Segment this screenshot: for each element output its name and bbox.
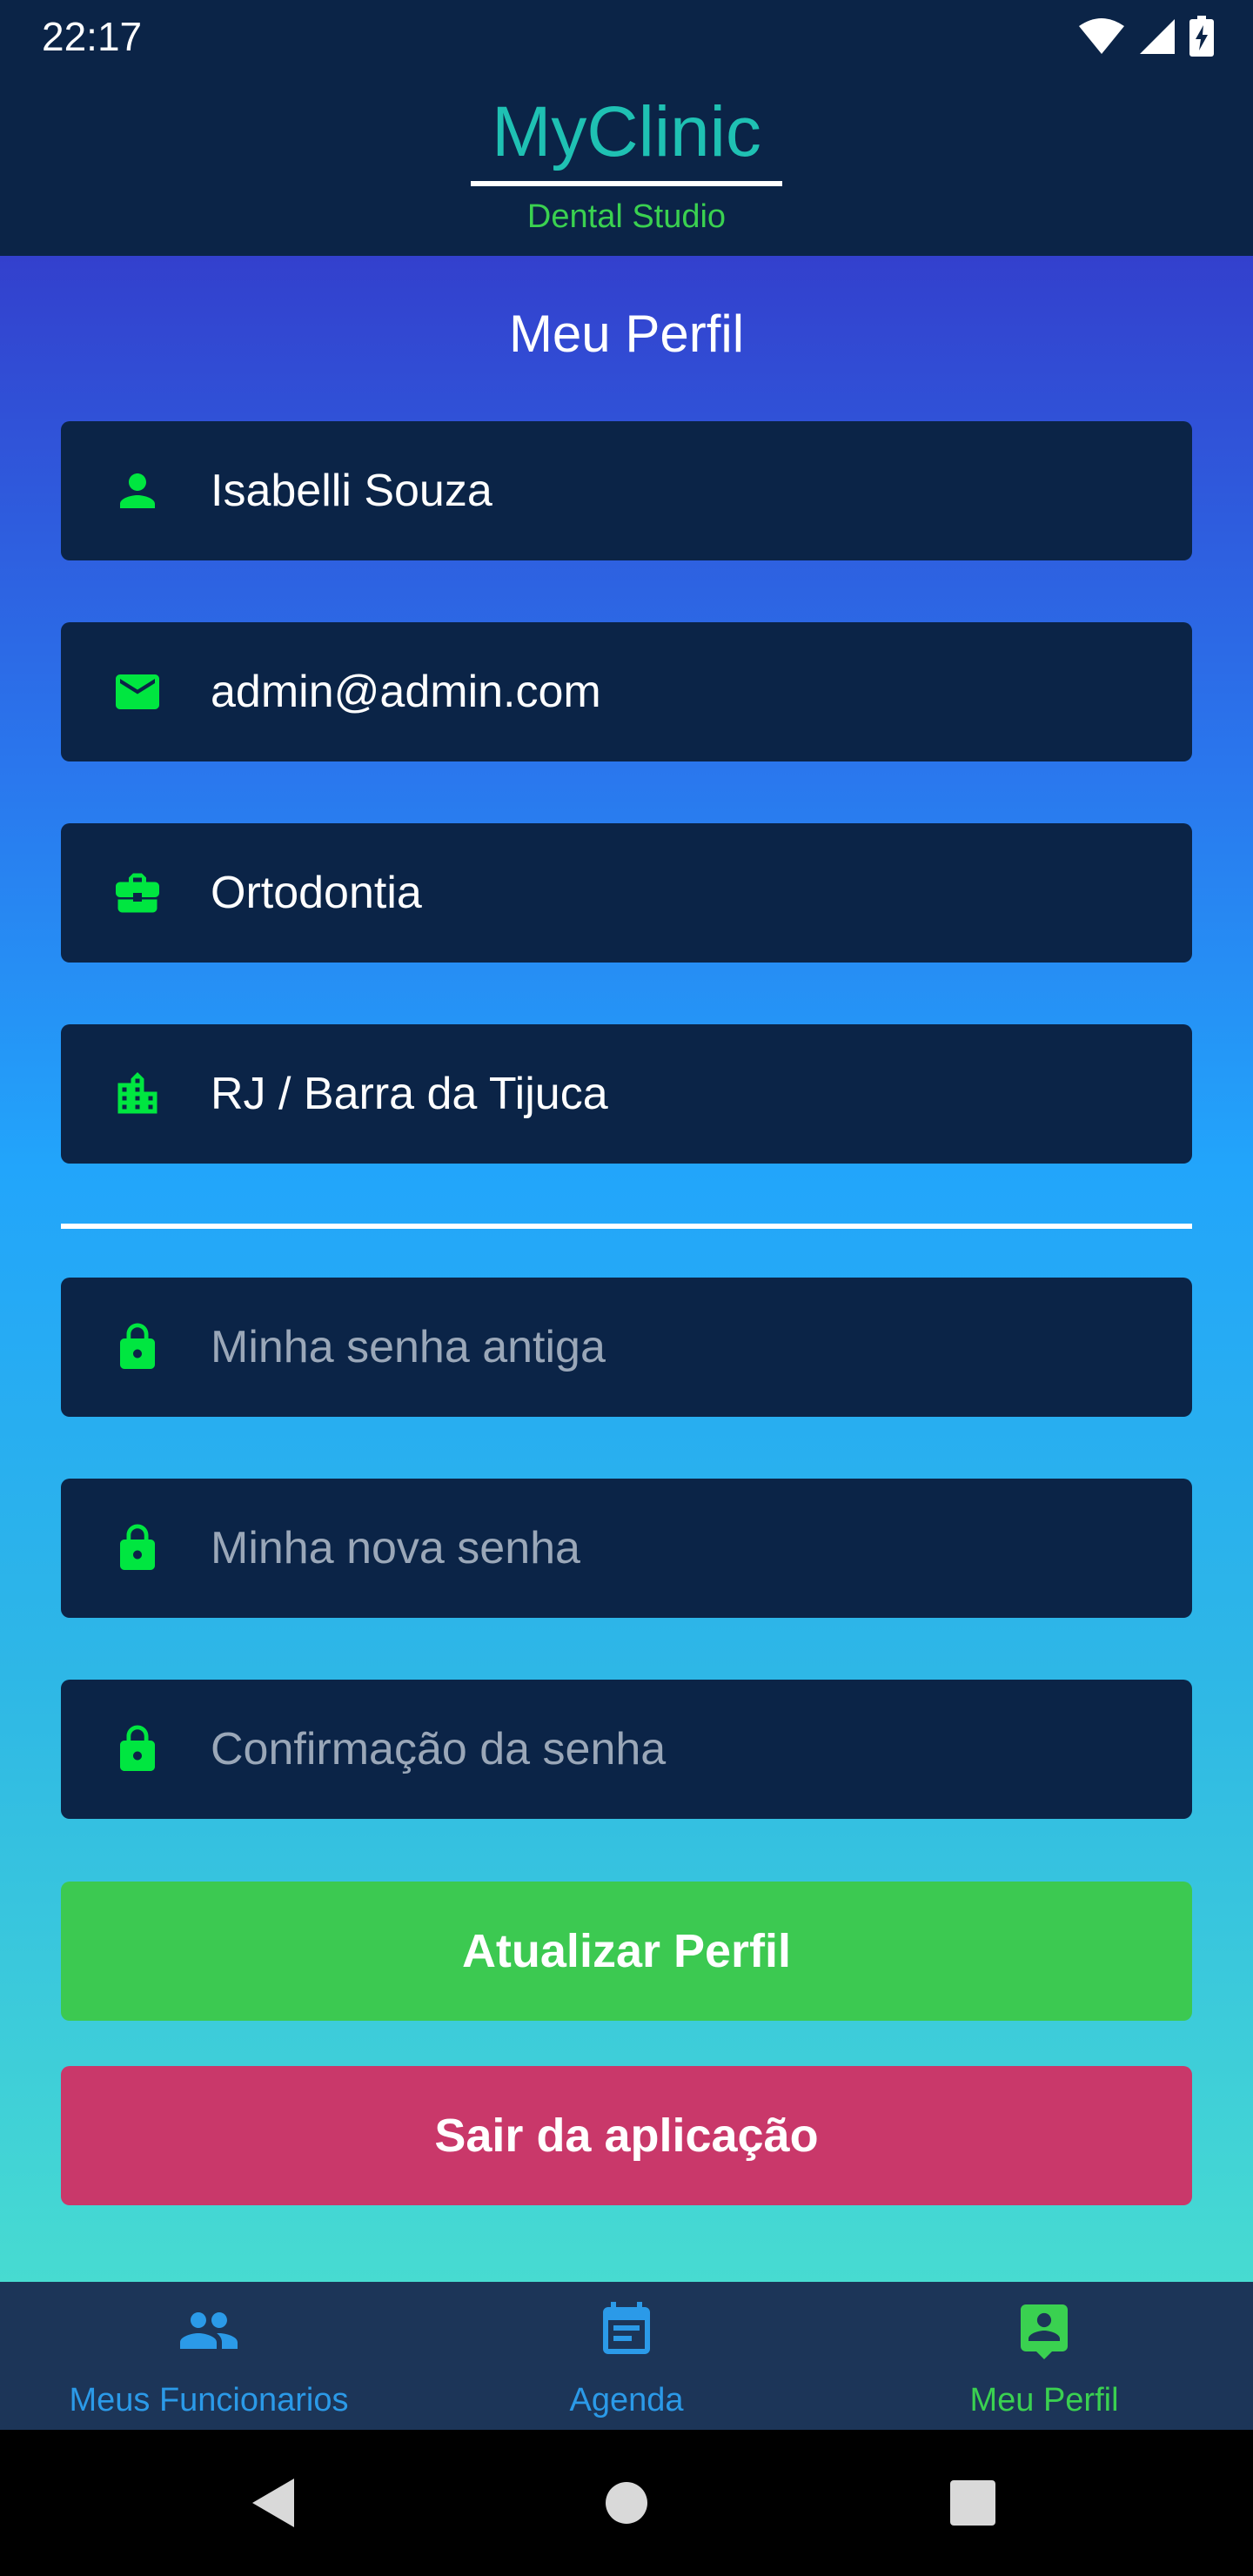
signal-icon xyxy=(1140,19,1175,54)
people-icon xyxy=(180,2312,238,2349)
recents-icon[interactable] xyxy=(950,2480,995,2526)
lock-icon xyxy=(120,1725,155,1771)
profile-icon xyxy=(1021,2304,1068,2359)
name-value: Isabelli Souza xyxy=(211,466,492,516)
location-value: RJ / Barra da Tijuca xyxy=(211,1069,608,1119)
brand-title: MyClinic xyxy=(492,92,761,171)
confirm-password-placeholder: Confirmação da senha xyxy=(211,1724,667,1774)
email-value: admin@admin.com xyxy=(211,667,601,717)
wifi-icon xyxy=(1079,18,1124,54)
bottom-nav: Meus Funcionarios Agenda Meu Perfil xyxy=(0,2282,1253,2430)
old-password-placeholder: Minha senha antiga xyxy=(211,1322,606,1372)
nav-label-agenda: Agenda xyxy=(569,2382,684,2418)
update-profile-button[interactable]: Atualizar Perfil xyxy=(61,1882,1192,2021)
back-icon[interactable] xyxy=(249,2475,298,2531)
old-password-field[interactable]: Minha senha antiga xyxy=(61,1278,1192,1417)
building-icon xyxy=(117,1072,157,1114)
mail-icon xyxy=(116,674,159,709)
location-field[interactable]: RJ / Barra da Tijuca xyxy=(61,1024,1192,1164)
new-password-placeholder: Minha nova senha xyxy=(211,1523,580,1573)
specialty-value: Ortodontia xyxy=(211,868,422,918)
nav-label-profile: Meu Perfil xyxy=(969,2382,1119,2418)
nav-item-profile[interactable]: Meu Perfil xyxy=(835,2282,1253,2430)
lock-icon xyxy=(120,1524,155,1570)
nav-label-employees: Meus Funcionarios xyxy=(69,2382,349,2418)
profile-content: Meu Perfil Isabelli Souza admin@admin.co… xyxy=(0,256,1253,2282)
nav-item-employees[interactable]: Meus Funcionarios xyxy=(0,2282,418,2430)
status-bar: 22:17 xyxy=(0,0,1253,73)
briefcase-icon xyxy=(116,873,159,913)
calendar-icon xyxy=(603,2302,650,2354)
status-icons xyxy=(1077,16,1215,57)
battery-icon xyxy=(1189,16,1214,57)
nav-item-agenda[interactable]: Agenda xyxy=(418,2282,835,2430)
page-title: Meu Perfil xyxy=(508,305,745,363)
new-password-field[interactable]: Minha nova senha xyxy=(61,1479,1192,1618)
confirm-password-field[interactable]: Confirmação da senha xyxy=(61,1680,1192,1819)
name-field[interactable]: Isabelli Souza xyxy=(61,421,1192,560)
status-time: 22:17 xyxy=(42,14,143,59)
home-icon[interactable] xyxy=(606,2482,647,2524)
app-header: MyClinic Dental Studio xyxy=(0,73,1253,256)
email-field[interactable]: admin@admin.com xyxy=(61,622,1192,761)
logout-button[interactable]: Sair da aplicação xyxy=(61,2066,1192,2205)
brand-underline xyxy=(471,181,782,186)
specialty-field[interactable]: Ortodontia xyxy=(61,823,1192,963)
section-divider xyxy=(61,1224,1192,1229)
brand-subtitle: Dental Studio xyxy=(526,198,727,235)
person-icon xyxy=(120,473,155,508)
system-nav-bar xyxy=(0,2430,1253,2576)
lock-icon xyxy=(120,1323,155,1369)
